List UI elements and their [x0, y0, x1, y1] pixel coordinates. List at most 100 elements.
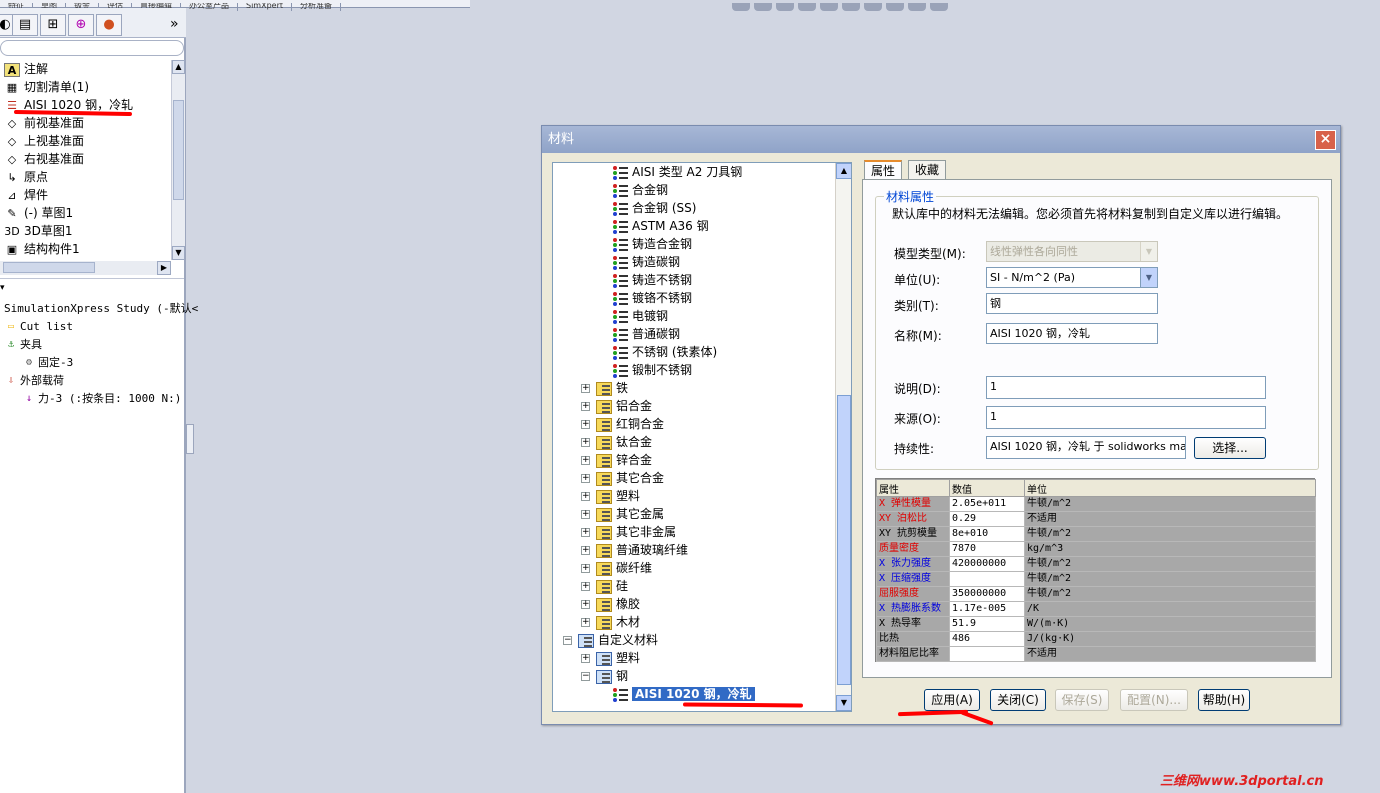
table-row[interactable]: 材料阻尼比率 不适用 — [876, 646, 1316, 662]
expand-toggle-icon[interactable]: + — [581, 564, 590, 573]
material-tree-item[interactable]: 铸造合金钢 — [613, 235, 692, 253]
sim-tree-item[interactable]: ▭ Cut list — [4, 318, 73, 336]
sim-tree-item[interactable]: ⇩ 外部载荷 — [4, 372, 64, 390]
material-tree-item[interactable]: 合金钢 — [613, 181, 668, 199]
property-value-cell[interactable] — [949, 646, 1025, 662]
material-tree-item[interactable]: AISI 1020 钢，冷轧 — [613, 685, 755, 703]
material-tree-item[interactable]: + 碳纤维 — [581, 559, 652, 577]
display-manager-tab-icon[interactable]: ● — [96, 14, 122, 36]
table-row[interactable]: 比热 486 J/(kg·K) — [876, 631, 1316, 647]
expand-toggle-icon[interactable]: + — [581, 618, 590, 627]
view-toolbar[interactable] — [732, 0, 1012, 11]
expand-toggle-icon[interactable]: + — [581, 528, 590, 537]
material-tree-item[interactable]: + 橡胶 — [581, 595, 640, 613]
scroll-thumb[interactable] — [173, 100, 184, 200]
view-orientation-icon[interactable] — [820, 3, 838, 11]
property-value-cell[interactable]: 420000000 — [949, 556, 1025, 572]
material-tree-item[interactable]: 不锈钢 (铁素体) — [613, 343, 717, 361]
property-value-cell[interactable]: 8e+010 — [949, 526, 1025, 542]
configuration-tab-icon[interactable]: ⊞ — [40, 14, 66, 36]
material-tree-item[interactable]: + 塑料 — [581, 649, 640, 667]
expand-toggle-icon[interactable]: + — [581, 438, 590, 447]
expand-toggle-icon[interactable]: + — [581, 474, 590, 483]
tree-vertical-scrollbar[interactable]: ▲ ▼ — [171, 60, 185, 260]
hide-show-icon[interactable] — [864, 3, 882, 11]
property-value-cell[interactable]: 2.05e+011 — [949, 496, 1025, 512]
close-icon[interactable]: × — [1315, 130, 1336, 150]
command-tab[interactable]: 办公室产品 — [181, 3, 238, 11]
scroll-up-icon[interactable]: ▲ — [836, 163, 851, 179]
expand-toggle-icon[interactable]: + — [581, 492, 590, 501]
material-tree-item[interactable]: AISI 类型 A2 刀具钢 — [613, 163, 742, 181]
material-tree-item[interactable]: 铸造碳钢 — [613, 253, 680, 271]
units-select[interactable]: SI - N/m^2 (Pa) ▼ — [986, 267, 1158, 288]
chevron-down-icon[interactable]: ▾ — [0, 283, 5, 293]
name-field[interactable]: AISI 1020 钢，冷轧 — [986, 323, 1158, 344]
expand-toggle-icon[interactable]: + — [581, 600, 590, 609]
apply-button[interactable]: 应用(A) — [924, 689, 980, 711]
expand-toggle-icon[interactable]: + — [581, 546, 590, 555]
select-button[interactable]: 选择... — [1194, 437, 1266, 459]
material-tree-item[interactable]: + 硅 — [581, 577, 628, 595]
material-tree-item[interactable]: ASTM A36 钢 — [613, 217, 709, 235]
display-style-icon[interactable] — [842, 3, 860, 11]
tree-item[interactable]: ◇ 前视基准面 — [4, 114, 84, 132]
expand-toggle-icon[interactable]: + — [581, 420, 590, 429]
property-value-cell[interactable]: 1.17e-005 — [949, 601, 1025, 617]
sim-tree-item[interactable]: ⚙ 固定-3 — [22, 354, 73, 372]
material-tree-item[interactable]: + 木材 — [581, 613, 640, 631]
tree-filter-input[interactable] — [0, 40, 184, 56]
property-value-cell[interactable]: 51.9 — [949, 616, 1025, 632]
zoom-area-icon[interactable] — [754, 3, 772, 11]
dimxpert-tab-icon[interactable]: ⊕ — [68, 14, 94, 36]
rotate-icon[interactable] — [776, 3, 794, 11]
expand-toggle-icon[interactable]: + — [581, 654, 590, 663]
chevron-down-icon[interactable]: ▼ — [1140, 268, 1157, 287]
table-row[interactable]: X 热导率 51.9 W/(m·K) — [876, 616, 1316, 632]
panel-collapse-grip[interactable] — [186, 424, 194, 454]
material-tree-item[interactable]: 普通碳钢 — [613, 325, 680, 343]
help-button[interactable]: 帮助(H) — [1198, 689, 1250, 711]
command-tab[interactable]: SimXpert — [238, 3, 292, 11]
material-tree-item[interactable]: 合金钢 (SS) — [613, 199, 696, 217]
zoom-fit-icon[interactable] — [732, 3, 750, 11]
scroll-down-icon[interactable]: ▼ — [172, 246, 185, 260]
display-settings-icon[interactable] — [930, 3, 948, 11]
table-row[interactable]: X 热膨胀系数 1.17e-005/K — [876, 601, 1316, 617]
scroll-right-icon[interactable]: ▶ — [157, 261, 171, 275]
section-view-icon[interactable] — [798, 3, 816, 11]
description-field[interactable]: 1 — [986, 376, 1266, 399]
expand-toggle-icon[interactable]: − — [581, 672, 590, 681]
table-row[interactable]: X 压缩强度 牛顿/m^2 — [876, 571, 1316, 587]
close-button[interactable]: 关闭(C) — [990, 689, 1046, 711]
tree-horizontal-scrollbar[interactable]: ▶ — [0, 261, 171, 275]
table-row[interactable]: X 弹性模量 2.05e+011 牛顿/m^2 — [876, 496, 1316, 512]
tree-item[interactable]: A 注解 — [4, 60, 48, 78]
tree-item[interactable]: ▣ 结构构件1 — [4, 240, 80, 258]
material-tree-item[interactable]: + 其它金属 — [581, 505, 664, 523]
property-manager-tab-icon[interactable]: ▤ — [12, 14, 38, 36]
material-tree-item[interactable]: − 钢 — [581, 667, 628, 685]
material-tree-item[interactable]: + 铁 — [581, 379, 628, 397]
panel-splitter[interactable]: ▾ — [0, 278, 184, 293]
source-field[interactable]: 1 — [986, 406, 1266, 429]
property-value-cell[interactable] — [949, 571, 1025, 587]
table-row[interactable]: 屈服强度 350000000 牛顿/m^2 — [876, 586, 1316, 602]
table-row[interactable]: XY 抗剪模量 8e+010 牛顿/m^2 — [876, 526, 1316, 542]
property-value-cell[interactable]: 7870 — [949, 541, 1025, 557]
material-tree-item[interactable]: + 锌合金 — [581, 451, 652, 469]
material-tree-item[interactable]: 电镀钢 — [613, 307, 668, 325]
scroll-thumb[interactable] — [837, 395, 851, 685]
tree-item[interactable]: ✎ (-) 草图1 — [4, 204, 73, 222]
category-field[interactable]: 钢 — [986, 293, 1158, 314]
more-tabs-icon[interactable]: » — [170, 16, 179, 32]
material-tree-item[interactable]: + 其它合金 — [581, 469, 664, 487]
hscroll-thumb[interactable] — [3, 262, 95, 273]
tree-item[interactable]: 3D 3D草图1 — [4, 222, 72, 240]
expand-toggle-icon[interactable]: + — [581, 402, 590, 411]
material-tree-item[interactable]: 锻制不锈钢 — [613, 361, 692, 379]
expand-toggle-icon[interactable]: + — [581, 510, 590, 519]
sim-tree-item[interactable]: ↓ 力-3 (:按条目: 1000 N:) — [22, 390, 181, 408]
tree-item[interactable]: ▦ 切割清单(1) — [4, 78, 89, 96]
expand-toggle-icon[interactable]: − — [563, 636, 572, 645]
